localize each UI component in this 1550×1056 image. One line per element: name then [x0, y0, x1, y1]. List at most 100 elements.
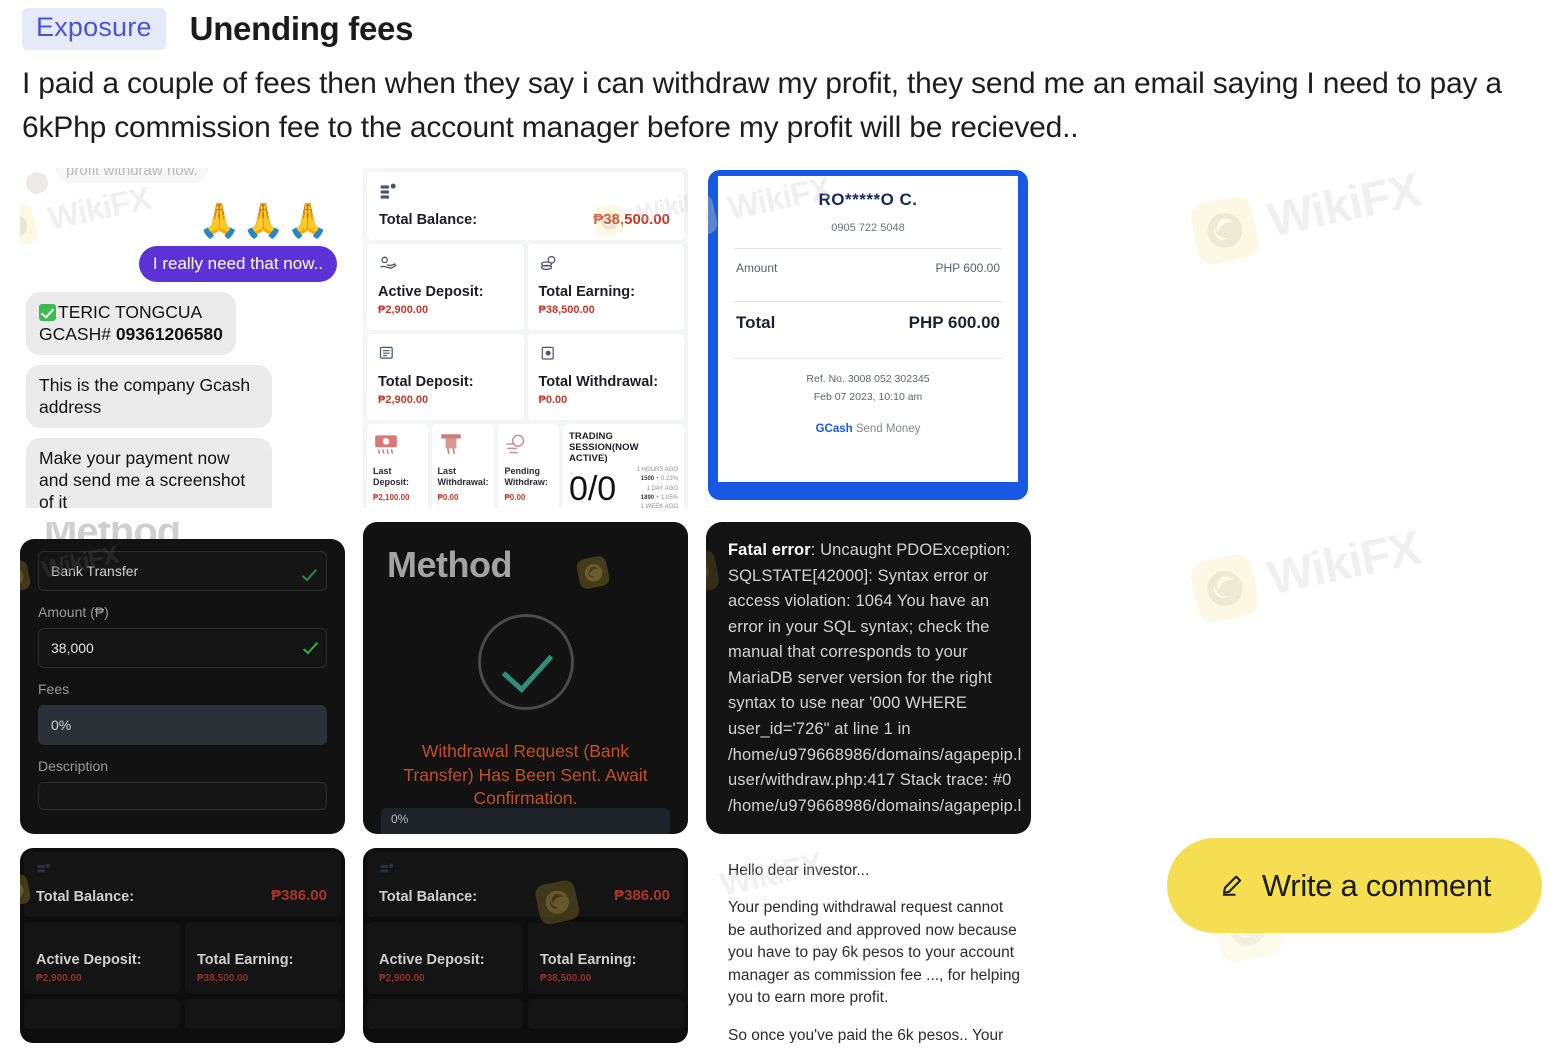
- total-deposit-label: Total Deposit:: [378, 374, 474, 390]
- active-deposit-card: Active Deposit: ₱2,900.00: [24, 922, 180, 994]
- pending-withdraw-value: ₱0.00: [504, 492, 526, 502]
- card-stub: [185, 999, 341, 1029]
- dashboard-dark-row-stub: [24, 999, 341, 1029]
- withdrawal-status-message: Withdrawal Request (Bank Transfer) Has B…: [403, 741, 648, 809]
- total-deposit-card: Total Deposit: ₱2,900.00: [367, 334, 524, 420]
- attachment-method-confirmation[interactable]: Method Withdrawal Request (Bank Transfer…: [363, 522, 688, 834]
- server-icon: [380, 183, 396, 199]
- receipt-reference: Ref. No. 3008 052 302345 Feb 07 2023, 10…: [718, 371, 1018, 407]
- withdraw-form-thumbnail: Bank Transfer Amount (₱) 38,000 Fees 0% …: [20, 539, 345, 834]
- fees-label: Fees: [38, 681, 70, 697]
- total-deposit-value: ₱2,900.00: [378, 394, 429, 406]
- dashboard-dark-row: Active Deposit: ₱2,900.00 Total Earning:…: [367, 922, 684, 994]
- attachment-investor-letter[interactable]: Hello dear investor... Your pending with…: [706, 848, 1031, 1043]
- chat-faded-row: profit withdraw now.: [26, 168, 337, 194]
- receipt-amount-label: Amount: [736, 261, 778, 275]
- fees-footer-input: 0%: [381, 808, 670, 834]
- total-balance-card: Total Balance: ₱386.00: [367, 852, 684, 917]
- wikifx-watermark-text: WikiFX: [1263, 163, 1425, 247]
- total-balance-card: Total Balance: ₱38,500.00: [367, 172, 684, 240]
- divider: [734, 358, 1002, 359]
- last-deposit-label: Last Deposit:: [373, 466, 409, 488]
- method-select[interactable]: Bank Transfer: [38, 551, 327, 591]
- attachment-chat-screenshot[interactable]: profit withdraw now. 🙏🙏🙏 I really need t…: [20, 168, 345, 508]
- letter-greeting: Hello dear investor...: [728, 862, 870, 879]
- pending-withdraw-card: Pending Withdraw: ₱0.00: [498, 424, 559, 508]
- status-badge: Exposure: [22, 8, 166, 50]
- total-earning-value: ₱38,500.00: [540, 973, 592, 984]
- wikifx-logo-icon: [1188, 551, 1262, 626]
- sql-error-detail: : Uncaught PDOException: SQLSTATE[42000]…: [728, 541, 1022, 815]
- gcash-receipt-thumbnail: RO*****O C. 0905 722 5048 Amount PHP 600…: [706, 168, 1031, 508]
- total-earning-card: Total Earning: ₱38,500.00: [527, 244, 684, 330]
- chat-bubble-gcash-number: TERIC TONGCUA GCASH# 09361206580: [26, 292, 236, 355]
- active-deposit-value: ₱2,900.00: [36, 973, 82, 984]
- total-balance-card: Total Balance: ₱386.00: [24, 852, 341, 917]
- dashboard-row-1: Active Deposit: ₱2,900.00 Total Earning:…: [367, 244, 684, 330]
- active-deposit-label: Active Deposit:: [36, 952, 142, 968]
- dashboard-row-3: Last Deposit: ₱2,100.00 Last Withdrawal:…: [367, 424, 684, 508]
- dashboard-light-thumbnail: Total Balance: ₱38,500.00 Active Deposit…: [363, 168, 688, 508]
- tick-label-1: 1 DAY AGO: [646, 485, 678, 492]
- total-earning-label: Total Earning:: [538, 284, 635, 300]
- write-comment-label: Write a comment: [1261, 867, 1492, 903]
- receipt-brand-row: GCash Send Money: [718, 423, 1018, 435]
- amount-input[interactable]: 38,000: [38, 628, 327, 668]
- exposure-post-page: Exposure Unending fees I paid a couple o…: [0, 0, 1550, 1056]
- total-earning-value: ₱38,500.00: [197, 973, 249, 984]
- trading-session-value: 0/0: [568, 470, 617, 508]
- receipt-total-value: PHP 600.00: [908, 313, 1000, 332]
- sql-error-prefix: Fatal error: [728, 541, 811, 559]
- attachment-dashboard-light[interactable]: Total Balance: ₱38,500.00 Active Deposit…: [363, 168, 688, 508]
- avatar: [26, 172, 48, 194]
- attachment-gcash-receipt[interactable]: RO*****O C. 0905 722 5048 Amount PHP 600…: [706, 168, 1031, 508]
- letter-paragraph-2: So once you've paid the 6k pesos.. Your: [728, 1026, 1004, 1043]
- receipt-datetime: Feb 07 2023, 10:10 am: [813, 390, 923, 403]
- circle-check-icon: [477, 614, 574, 710]
- attachment-grid: profit withdraw now. 🙏🙏🙏 I really need t…: [20, 168, 1040, 1043]
- description-label: Description: [38, 758, 109, 774]
- coins-chart-icon: [540, 255, 555, 270]
- attachment-dashboard-dark-b[interactable]: Total Balance: ₱386.00 Active Deposit: ₱…: [363, 848, 688, 1043]
- total-withdrawal-label: Total Withdrawal:: [538, 374, 659, 390]
- pending-withdraw-label: Pending Withdraw:: [504, 466, 548, 488]
- amount-label: Amount (₱): [38, 604, 109, 620]
- receipt-ref-no: Ref. No. 3008 052 302345: [806, 373, 930, 385]
- receipt-total-label: Total: [736, 313, 776, 332]
- total-earning-value: ₱38,500.00: [538, 304, 595, 316]
- server-icon: [380, 863, 394, 873]
- chat-faded-bubble: profit withdraw now.: [56, 168, 208, 183]
- check-icon: [302, 638, 319, 655]
- dashboard-row-2: Total Deposit: ₱2,900.00 Total Withdrawa…: [367, 334, 684, 420]
- method-confirm-thumbnail: Method Withdrawal Request (Bank Transfer…: [363, 522, 688, 834]
- dashboard-dark-row-stub: [367, 999, 684, 1029]
- praying-hands-icon: 🙏🙏🙏: [197, 202, 331, 240]
- receipt-brand-sub: Send Money: [855, 422, 921, 435]
- trading-session-body: 0/0 1 HOURS AGO 1500 + 0.23% 1 DAY AGO 1…: [569, 466, 678, 508]
- attachment-withdraw-form[interactable]: Method Bank Transfer Amount (₱) 38,000 F…: [20, 522, 345, 834]
- total-balance-value: ₱38,500.00: [593, 211, 670, 228]
- dashboard-dark-row: Active Deposit: ₱2,900.00 Total Earning:…: [24, 922, 341, 994]
- tick-change-0: + 0.23%: [655, 476, 678, 483]
- active-deposit-label: Active Deposit:: [379, 952, 485, 968]
- sql-error-thumbnail: Fatal error: Uncaught PDOException: SQLS…: [706, 522, 1031, 834]
- deposit-icon: [379, 346, 393, 359]
- sql-error-text: Fatal error: Uncaught PDOException: SQLS…: [728, 538, 1021, 819]
- green-check-icon: [39, 304, 56, 321]
- gcash-logo-text: GCash: [815, 422, 853, 435]
- attachment-sql-error[interactable]: Fatal error: Uncaught PDOException: SQLS…: [706, 522, 1031, 834]
- receipt-amount-row: Amount PHP 600.00: [718, 249, 1018, 287]
- active-deposit-value: ₱2,900.00: [378, 304, 429, 316]
- tick-change-1: + 1.05%: [655, 494, 678, 501]
- receipt-phone: 0905 722 5048: [831, 222, 905, 234]
- attachment-dashboard-dark-a[interactable]: Total Balance: ₱386.00 Active Deposit: ₱…: [20, 848, 345, 1043]
- card-stub: [528, 999, 684, 1029]
- wikifx-logo-icon: [1188, 193, 1262, 268]
- description-input[interactable]: [38, 782, 327, 810]
- active-deposit-value: ₱2,900.00: [379, 973, 425, 984]
- receipt-amount-value: PHP 600.00: [935, 261, 1001, 275]
- dashboard-dark-b-thumbnail: Total Balance: ₱386.00 Active Deposit: ₱…: [363, 848, 688, 1043]
- write-comment-button[interactable]: Write a comment: [1167, 838, 1542, 933]
- receipt-recipient-name: RO*****O C.: [818, 190, 918, 209]
- last-deposit-card: Last Deposit: ₱2,100.00: [367, 424, 428, 508]
